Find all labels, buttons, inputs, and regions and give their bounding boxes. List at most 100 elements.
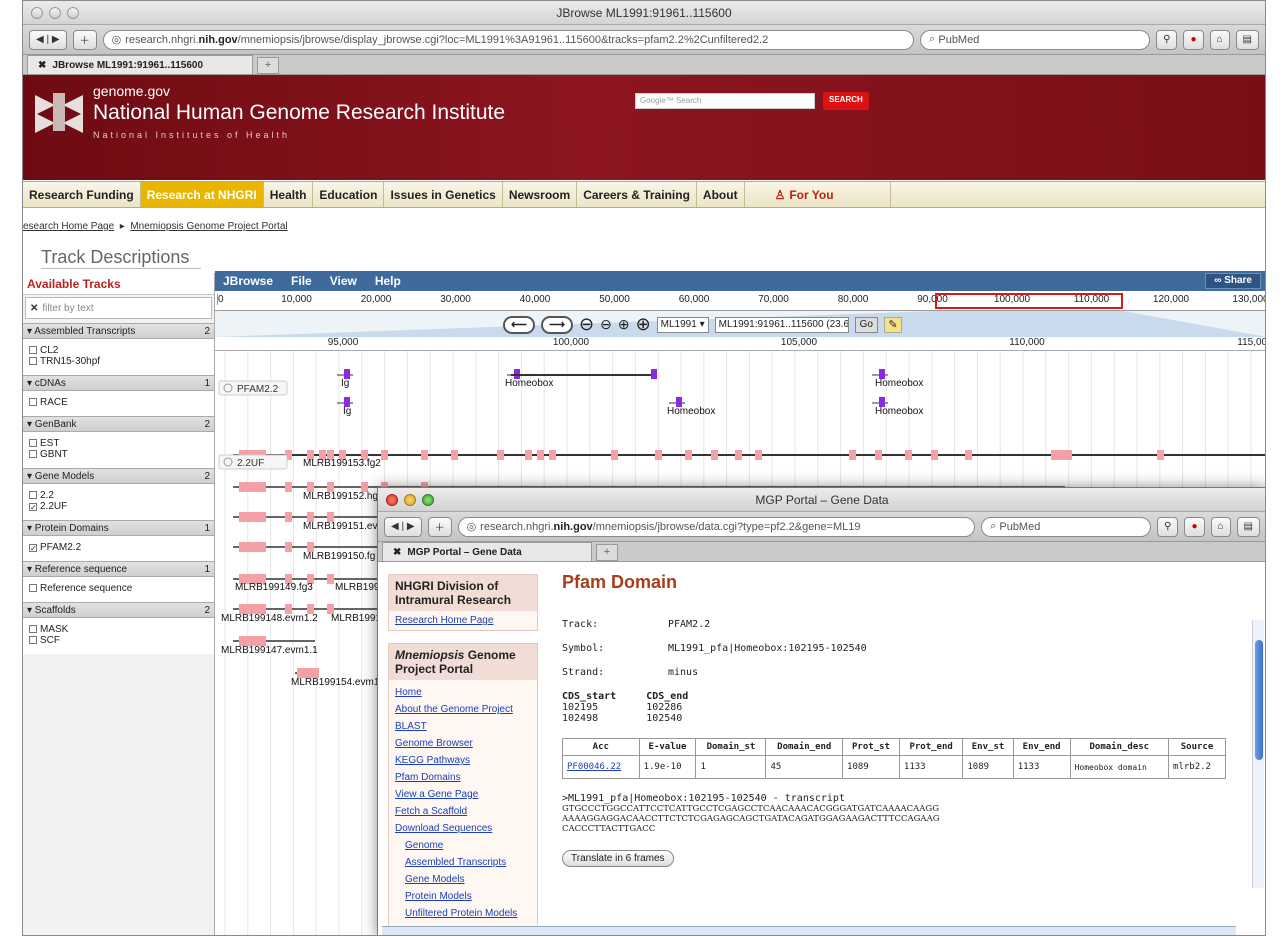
portal-link[interactable]: BLAST	[395, 718, 531, 735]
share-button[interactable]: ∞ Share	[1205, 273, 1261, 289]
popup-tab[interactable]: ✖ MGP Portal – Gene Data	[382, 542, 592, 561]
nav-about[interactable]: About	[697, 182, 745, 207]
popup-close-icon[interactable]	[386, 494, 398, 506]
portal-sublink[interactable]: Protein Models	[395, 888, 531, 905]
go-button[interactable]: Go	[854, 316, 878, 333]
institute-name[interactable]: National Human Genome Research Institute	[93, 101, 505, 125]
track-checkbox[interactable]	[29, 346, 37, 354]
track-item[interactable]: TRN15-30hpf	[29, 356, 208, 367]
track-category-header[interactable]: ▾ cDNAs 1	[23, 375, 214, 391]
track-item[interactable]: Reference sequence	[29, 583, 208, 594]
menu-help[interactable]: Help	[375, 274, 401, 288]
zoom-out-icon[interactable]: ⊖	[600, 316, 612, 333]
pan-right-icon[interactable]: ⟶	[541, 315, 573, 334]
track-category-header[interactable]: ▾ Protein Domains 1	[23, 520, 214, 536]
search-field[interactable]: ⌕ PubMed	[920, 29, 1151, 50]
track-checkbox[interactable]	[29, 357, 37, 365]
track-checkbox[interactable]	[29, 491, 37, 499]
location-input[interactable]: ML1991:91961..115600 (23.64	[714, 316, 849, 333]
overview-location-box[interactable]	[935, 293, 1123, 309]
home-button[interactable]: ⌂	[1209, 29, 1230, 50]
nav-research-funding[interactable]: Research Funding	[23, 182, 141, 207]
back-forward-buttons[interactable]: ◀ | ▶	[29, 29, 67, 50]
popup-back-icon[interactable]: ◀	[391, 521, 399, 532]
forward-icon[interactable]: ▶	[52, 34, 60, 45]
track-checkbox[interactable]	[29, 636, 37, 644]
track-item[interactable]: SCF	[29, 635, 208, 646]
portal-link[interactable]: Pfam Domains	[395, 769, 531, 786]
page-menu-button[interactable]: ▤	[1235, 29, 1259, 50]
adblock-button[interactable]: ●	[1183, 29, 1204, 50]
close-icon[interactable]	[31, 7, 43, 19]
track-checkbox[interactable]: ✓	[29, 544, 37, 553]
track-checkbox[interactable]	[29, 625, 37, 633]
nav-education[interactable]: Education	[313, 182, 385, 207]
zoom-out-big-icon[interactable]: ⊖	[579, 314, 594, 335]
track-category-header[interactable]: ▾ GenBank 2	[23, 416, 214, 432]
jbrowse-logo[interactable]: JBrowse	[223, 274, 273, 288]
track-checkbox[interactable]	[29, 398, 37, 406]
pan-left-icon[interactable]: ⟵	[503, 315, 535, 334]
nav-for-you[interactable]: ♙ For You	[745, 182, 891, 207]
nav-careers[interactable]: Careers & Training	[577, 182, 697, 207]
track-item[interactable]: ✓ 2.2UF	[29, 501, 208, 512]
clear-filter-icon[interactable]: ✕	[30, 303, 38, 314]
track-item[interactable]: CL2	[29, 345, 208, 356]
portal-sublink[interactable]: Gene Models	[395, 871, 531, 888]
highlight-icon[interactable]: ✎	[883, 316, 902, 333]
new-tab-button[interactable]: +	[257, 57, 279, 74]
track-checkbox[interactable]	[29, 450, 37, 458]
portal-sublink[interactable]: Unfiltered Protein Models	[395, 905, 531, 922]
portal-link[interactable]: View a Gene Page	[395, 786, 531, 803]
popup-minimize-icon[interactable]	[404, 494, 416, 506]
popup-adblock-button[interactable]: ●	[1184, 516, 1205, 537]
add-bookmark-button[interactable]: ＋	[72, 29, 97, 50]
track-item[interactable]: EST	[29, 438, 208, 449]
track-category-header[interactable]: ▾ Gene Models 2	[23, 468, 214, 484]
track-item[interactable]: MASK	[29, 624, 208, 635]
popup-address-bar[interactable]: ◎ research.nhgri. nih.gov/mnemiopsis/jbro…	[457, 516, 976, 537]
site-search-button[interactable]: SEARCH	[823, 92, 869, 110]
site-name[interactable]: genome.gov	[93, 83, 170, 99]
popup-scroll-thumb[interactable]	[1255, 640, 1263, 760]
menu-file[interactable]: File	[291, 274, 312, 288]
popup-home-button[interactable]: ⌂	[1210, 516, 1231, 537]
popup-add-bookmark[interactable]: ＋	[427, 516, 452, 537]
popup-back-forward[interactable]: ◀ | ▶	[384, 516, 422, 537]
popup-new-tab-button[interactable]: +	[596, 544, 618, 561]
track-checkbox[interactable]: ✓	[29, 503, 37, 512]
track-category-header[interactable]: ▾ Scaffolds 2	[23, 602, 214, 618]
popup-page-menu[interactable]: ▤	[1236, 516, 1260, 537]
nav-research-at-nhgri[interactable]: Research at NHGRI	[140, 182, 264, 207]
address-bar[interactable]: ◎ research.nhgri. nih.gov/mnemiopsis/jbro…	[102, 29, 915, 50]
portal-sublink[interactable]: Assembled Transcripts	[395, 854, 531, 871]
nav-newsroom[interactable]: Newsroom	[503, 182, 578, 207]
track-category-header[interactable]: ▾ Assembled Transcripts 2	[23, 323, 214, 339]
overview-ruler[interactable]: 0 10,000 20,000 30,000 40,000 50,000 60,000 70,…	[215, 291, 1265, 311]
track-item[interactable]: GBNT	[29, 449, 208, 460]
search-magnifier-button[interactable]: ⚲	[1156, 29, 1178, 50]
tab-jbrowse[interactable]: ✖ JBrowse ML1991:91961..115600	[27, 55, 253, 74]
popup-zoom-icon[interactable]	[422, 494, 434, 506]
popup-forward-icon[interactable]: ▶	[407, 521, 415, 532]
portal-link[interactable]: Genome Browser	[395, 735, 531, 752]
track-item[interactable]: 2.2	[29, 490, 208, 501]
zoom-icon[interactable]	[67, 7, 79, 19]
portal-link[interactable]: About the Genome Project	[395, 701, 531, 718]
popup-search-button[interactable]: ⚲	[1157, 516, 1179, 537]
portal-link[interactable]: Download Sequences	[395, 820, 531, 837]
portal-link[interactable]: Home	[395, 684, 531, 701]
site-search-input[interactable]: Google™ Search	[635, 93, 815, 109]
track-checkbox[interactable]	[29, 439, 37, 447]
minimize-icon[interactable]	[49, 7, 61, 19]
portal-link[interactable]: Fetch a Scaffold	[395, 803, 531, 820]
track-category-header[interactable]: ▾ Reference sequence 1	[23, 561, 214, 577]
accession-link[interactable]: PF00046.22	[562, 755, 640, 779]
refseq-select[interactable]: ML1991 ▾	[656, 316, 709, 333]
nav-health[interactable]: Health	[264, 182, 314, 207]
translate-button[interactable]: Translate in 6 frames	[562, 850, 674, 867]
nav-issues-in-genetics[interactable]: Issues in Genetics	[384, 182, 503, 207]
zoom-in-icon[interactable]: ⊕	[618, 316, 630, 333]
portal-link[interactable]: KEGG Pathways	[395, 752, 531, 769]
menu-view[interactable]: View	[330, 274, 357, 288]
